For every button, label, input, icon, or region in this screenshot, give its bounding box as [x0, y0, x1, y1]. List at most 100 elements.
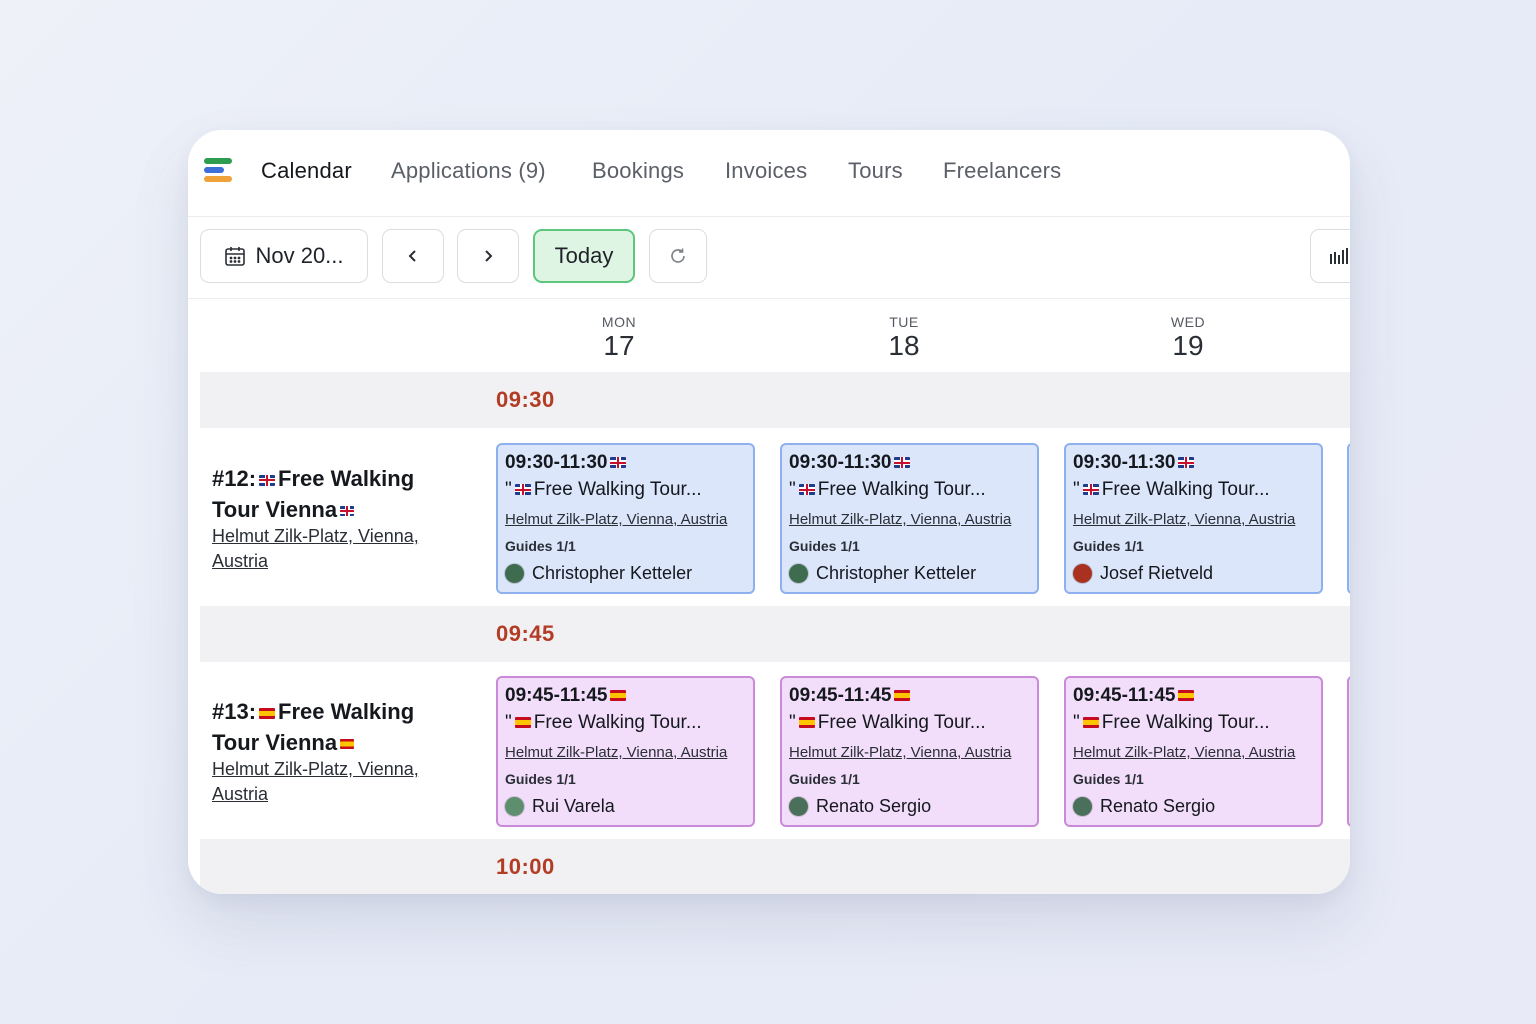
day-number: 18 [888, 330, 920, 361]
time-row-1000: 10:00 [200, 839, 1350, 894]
card-address-link[interactable]: Helmut Zilk-Platz, Vienna, Austria [505, 744, 753, 771]
uk-flag-icon [1178, 457, 1195, 469]
uk-flag-icon [259, 474, 276, 486]
view-toggle-button[interactable] [1310, 229, 1350, 283]
card-tour-name: " Free Walking Tour... [1073, 712, 1270, 733]
card-guide[interactable]: Renato Sergio [1073, 796, 1321, 817]
card-guide[interactable]: Christopher Ketteler [789, 563, 1037, 584]
prev-week-button[interactable] [382, 229, 444, 283]
today-button[interactable]: Today [533, 229, 635, 283]
es-flag-icon [514, 717, 531, 729]
booking-card[interactable]: 09:30-11:30 " Free Walking Tour... Helmut… [496, 443, 755, 594]
day-number: 17 [603, 330, 635, 361]
tab-invoices[interactable]: Invoices [725, 158, 807, 184]
date-label: Nov 20... [255, 243, 344, 268]
avatar [1073, 564, 1092, 583]
address-part: Austria [212, 784, 269, 804]
card-guides-count: Guides 1/1 [505, 538, 576, 554]
booking-card-partial[interactable] [1347, 443, 1350, 594]
card-address-link[interactable]: Helmut Zilk-Platz, Vienna, Austria [789, 511, 1037, 538]
es-flag-icon [894, 690, 911, 702]
card-time: 09:45-11:45 [1073, 685, 1321, 712]
avatar [505, 564, 524, 583]
day-name: WED [1170, 314, 1206, 330]
day-name: MON [601, 314, 637, 330]
time-row-0930: 09:30 [200, 372, 1350, 428]
booking-card[interactable]: 09:30-11:30 " Free Walking Tour... Helmut… [780, 443, 1039, 594]
avatar [1073, 797, 1092, 816]
tour-title-12[interactable]: #12: Free Walking Tour Vienna [212, 463, 462, 525]
booking-card[interactable]: 09:45-11:45 " Free Walking Tour... Helmut… [1064, 676, 1323, 827]
card-time: 09:45-11:45 [505, 685, 753, 712]
uk-flag-icon [514, 484, 531, 496]
card-guides-count: Guides 1/1 [1073, 771, 1144, 787]
card-address-link[interactable]: Helmut Zilk-Platz, Vienna, Austria [505, 511, 753, 538]
uk-flag-icon [610, 457, 627, 469]
booking-card[interactable]: 09:45-11:45 " Free Walking Tour... Helmut… [496, 676, 755, 827]
tour-number: #13: [212, 699, 257, 724]
uk-flag-icon [340, 506, 355, 517]
booking-card[interactable]: 09:30-11:30 " Free Walking Tour... Helmut… [1064, 443, 1323, 594]
tour-address-link[interactable]: Helmut Zilk-Platz, Vienna, Austria [212, 757, 472, 807]
card-guides-count: Guides 1/1 [789, 538, 860, 554]
card-time: 09:30-11:30 [1073, 452, 1321, 479]
booking-card[interactable]: 09:45-11:45 " Free Walking Tour... Helmut… [780, 676, 1039, 827]
card-address-link[interactable]: Helmut Zilk-Platz, Vienna, Austria [1073, 744, 1321, 771]
avatar [789, 797, 808, 816]
tab-freelancers[interactable]: Freelancers [943, 158, 1061, 184]
card-address-link[interactable]: Helmut Zilk-Platz, Vienna, Austria [789, 744, 1037, 771]
es-flag-icon [259, 707, 276, 719]
day-name: TUE [889, 314, 919, 330]
refresh-button[interactable] [649, 229, 707, 283]
card-time: 09:45-11:45 [789, 685, 1037, 712]
date-picker-button[interactable]: Nov 20... [200, 229, 368, 283]
card-guide[interactable]: Rui Varela [505, 796, 753, 817]
tab-applications[interactable]: Applications (9) [391, 158, 546, 184]
avatar [505, 797, 524, 816]
uk-flag-icon [894, 457, 911, 469]
top-nav: Calendar Applications (9) Bookings Invoi… [188, 130, 1350, 217]
card-guide[interactable]: Josef Rietveld [1073, 563, 1321, 584]
card-guides-count: Guides 1/1 [1073, 538, 1144, 554]
chevron-left-icon [406, 248, 420, 264]
time-row-0945: 09:45 [200, 606, 1350, 662]
card-tour-name: " Free Walking Tour... [789, 479, 986, 500]
card-time: 09:30-11:30 [505, 452, 753, 479]
es-flag-icon [798, 717, 815, 729]
tab-tours[interactable]: Tours [848, 158, 903, 184]
tour-title-part: Tour Vienna [212, 497, 338, 522]
tour-title-part: Tour Vienna [212, 730, 338, 755]
card-guide[interactable]: Renato Sergio [789, 796, 1037, 817]
bars-icon [1329, 246, 1350, 266]
es-flag-icon [610, 690, 627, 702]
time-label: 09:30 [496, 387, 555, 412]
address-part: Helmut Zilk-Platz, Vienna, [212, 526, 419, 546]
tour-title-part: Free Walking [278, 466, 415, 491]
tab-bookings[interactable]: Bookings [592, 158, 684, 184]
es-flag-icon [1082, 717, 1099, 729]
address-part: Helmut Zilk-Platz, Vienna, [212, 759, 419, 779]
booking-card-partial[interactable] [1347, 676, 1350, 827]
card-tour-name: " Free Walking Tour... [1073, 479, 1270, 500]
card-address-link[interactable]: Helmut Zilk-Platz, Vienna, Austria [1073, 511, 1321, 538]
address-part: Austria [212, 551, 269, 571]
app-logo-icon[interactable] [204, 158, 234, 188]
tab-calendar[interactable]: Calendar [261, 158, 352, 184]
card-tour-name: " Free Walking Tour... [505, 479, 702, 500]
card-guide[interactable]: Christopher Ketteler [505, 563, 753, 584]
time-label: 09:45 [496, 621, 555, 646]
tour-title-13[interactable]: #13: Free Walking Tour Vienna [212, 696, 462, 758]
tour-number: #12: [212, 466, 257, 491]
card-guides-count: Guides 1/1 [789, 771, 860, 787]
tour-address-link[interactable]: Helmut Zilk-Platz, Vienna, Austria [212, 524, 472, 574]
day-header-tue: TUE 18 [844, 314, 964, 361]
next-week-button[interactable] [457, 229, 519, 283]
refresh-icon [668, 246, 688, 266]
card-tour-name: " Free Walking Tour... [505, 712, 702, 733]
day-header-wed: WED 19 [1128, 314, 1248, 361]
day-header-mon: MON 17 [559, 314, 679, 361]
time-label: 10:00 [496, 854, 555, 879]
card-time: 09:30-11:30 [789, 452, 1037, 479]
avatar [789, 564, 808, 583]
card-tour-name: " Free Walking Tour... [789, 712, 986, 733]
